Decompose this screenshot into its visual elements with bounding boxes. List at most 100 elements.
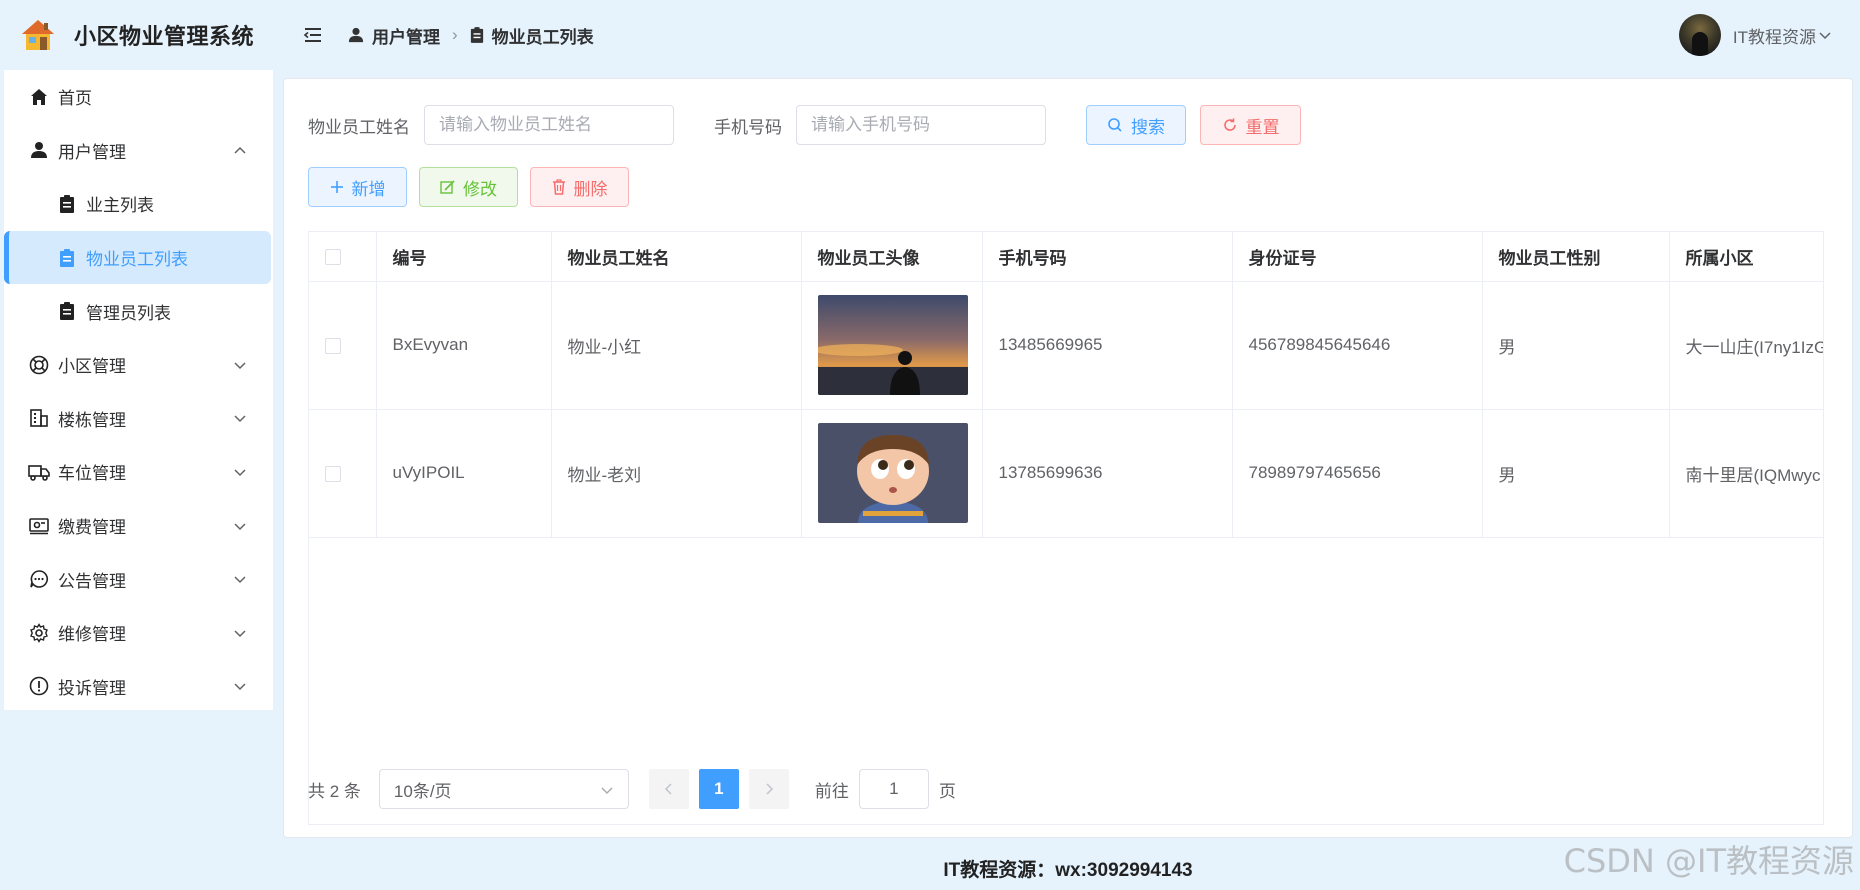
sidebar-item-admin-list[interactable]: 管理员列表 (4, 284, 273, 338)
app-logo-row: 小区物业管理系统 (0, 0, 276, 70)
chevron-up-icon (234, 147, 246, 154)
pagination: 共 2 条 10条/页 1 前往 页 (308, 769, 956, 809)
sidebar-item-staff-list[interactable]: 物业员工列表 (4, 230, 271, 285)
row-checkbox[interactable] (325, 337, 341, 354)
select-all-checkbox[interactable] (325, 248, 341, 265)
home-icon (28, 86, 50, 108)
prev-page-button[interactable] (648, 769, 689, 809)
delete-button[interactable]: 删除 (530, 167, 629, 207)
column-header[interactable]: 编号 (376, 232, 552, 282)
sidebar-item-label: 投诉管理 (58, 678, 126, 698)
gear-icon (28, 622, 50, 644)
chevron-down-icon (234, 576, 246, 584)
reset-button-label: 重置 (1245, 117, 1280, 137)
breadcrumb-label: 用户管理 (372, 27, 440, 47)
staff-avatar-image[interactable] (817, 295, 968, 395)
breadcrumb-item-user-management[interactable]: 用户管理 (348, 23, 440, 48)
next-page-button[interactable] (748, 769, 789, 809)
table-row[interactable]: uVyIPOIL 物业-老刘 13785699636 7898979746565… (309, 409, 1823, 538)
sidebar-item-label: 物业员工列表 (86, 250, 188, 270)
staff-table: 编号 物业员工姓名 物业员工头像 手机号码 身份证号 物业员工性别 所属小区 B… (308, 231, 1824, 825)
staff-id-cell: BxEvyvan (376, 281, 552, 410)
sidebar-item-label: 维修管理 (58, 625, 126, 645)
staff-name-cell: 物业-小红 (551, 281, 802, 410)
chevron-down-icon (234, 523, 246, 530)
sidebar-item-parking-management[interactable]: 车位管理 (4, 445, 273, 499)
chevron-down-icon (234, 630, 246, 637)
house-logo-icon (22, 20, 54, 50)
row-select-cell (309, 281, 377, 410)
sidebar-item-label: 公告管理 (58, 571, 126, 591)
footer-text: IT教程资源：wx:3092994143 (943, 859, 1193, 881)
goto-prefix: 前往 (814, 781, 849, 801)
total-count: 共 2 条 (308, 781, 361, 801)
community-cell: 大一山庄(I7ny1IzG (1669, 281, 1823, 410)
sidebar-item-community-management[interactable]: 小区管理 (4, 338, 273, 392)
sidebar-item-building-management[interactable]: 楼栋管理 (4, 392, 273, 446)
clipboard-icon (56, 300, 78, 322)
user-icon (348, 27, 364, 43)
staff-id-cell: uVyIPOIL (376, 409, 552, 538)
menu-fold-icon[interactable] (302, 24, 324, 46)
column-header[interactable]: 物业员工姓名 (551, 232, 802, 282)
chevron-left-icon (664, 783, 672, 795)
id-card-cell: 78989797465656 (1232, 409, 1483, 538)
column-header[interactable]: 物业员工头像 (801, 232, 983, 282)
sidebar: 小区物业管理系统 首页 用户管理 业主列表 物业员工列表 管理员列表 小区管理 … (0, 0, 276, 890)
column-header[interactable]: 手机号码 (982, 232, 1233, 282)
column-header[interactable]: 物业员工性别 (1482, 232, 1670, 282)
sidebar-item-label: 首页 (58, 89, 92, 109)
community-cell: 南十里居(IQMwyc (1669, 409, 1823, 538)
column-header[interactable]: 所属小区 (1669, 232, 1823, 282)
sidebar-item-label: 楼栋管理 (58, 410, 126, 430)
phone-input[interactable] (796, 105, 1046, 145)
sidebar-item-repair-management[interactable]: 维修管理 (4, 606, 273, 660)
breadcrumb-separator-icon: › (452, 25, 458, 44)
page-size-select[interactable]: 10条/页 (378, 769, 629, 809)
chevron-down-icon (234, 362, 246, 369)
sidebar-item-label: 车位管理 (58, 464, 126, 484)
sidebar-item-user-management[interactable]: 用户管理 (4, 124, 273, 178)
goto-page-input[interactable] (858, 769, 929, 809)
chat-icon (28, 568, 50, 590)
page-number-button[interactable]: 1 (698, 769, 739, 809)
app-title: 小区物业管理系统 (74, 24, 255, 49)
clipboard-icon (56, 247, 78, 269)
phone-label: 手机号码 (714, 117, 782, 137)
breadcrumb-item-staff-list: 物业员工列表 (470, 23, 594, 48)
reset-button[interactable]: 重置 (1200, 105, 1301, 145)
chevron-down-icon (234, 683, 246, 691)
breadcrumb-label: 物业员工列表 (491, 27, 594, 47)
table-row[interactable]: BxEvyvan 物业-小红 13485669965 4567898456456… (309, 281, 1823, 410)
action-toolbar: 新增 修改 删除 (308, 167, 629, 207)
building-icon (28, 407, 50, 429)
sidebar-item-complaint-management[interactable]: 投诉管理 (4, 660, 273, 714)
sidebar-item-home[interactable]: 首页 (4, 70, 273, 124)
sidebar-item-owner-list[interactable]: 业主列表 (4, 177, 273, 231)
row-checkbox[interactable] (325, 465, 341, 482)
phone-cell: 13485669965 (982, 281, 1233, 410)
search-icon (1108, 118, 1122, 132)
edit-button[interactable]: 修改 (419, 167, 518, 207)
sidebar-item-notice-management[interactable]: 公告管理 (4, 552, 273, 606)
add-button[interactable]: 新增 (308, 167, 407, 207)
row-select-cell (309, 409, 377, 538)
select-all-cell (309, 232, 377, 282)
sidebar-item-payment-management[interactable]: 缴费管理 (4, 499, 273, 553)
staff-name-input[interactable] (424, 105, 674, 145)
page-size-value: 10条/页 (393, 781, 452, 801)
user-dropdown[interactable]: IT教程资源 (1678, 14, 1832, 56)
user-icon (28, 139, 50, 161)
chevron-right-icon (766, 783, 773, 795)
main-content-card: 物业员工姓名 手机号码 搜索 重置 新增 修改 删除 (283, 78, 1853, 838)
sidebar-item-label: 缴费管理 (58, 518, 126, 538)
staff-name-cell: 物业-老刘 (551, 409, 802, 538)
refresh-icon (1223, 118, 1236, 131)
column-header[interactable]: 身份证号 (1232, 232, 1483, 282)
phone-cell: 13785699636 (982, 409, 1233, 538)
chevron-down-icon (601, 787, 613, 795)
staff-avatar-image[interactable] (817, 423, 968, 523)
edit-button-label: 修改 (463, 179, 497, 199)
staff-avatar-cell (801, 409, 983, 538)
search-button[interactable]: 搜索 (1086, 105, 1186, 145)
